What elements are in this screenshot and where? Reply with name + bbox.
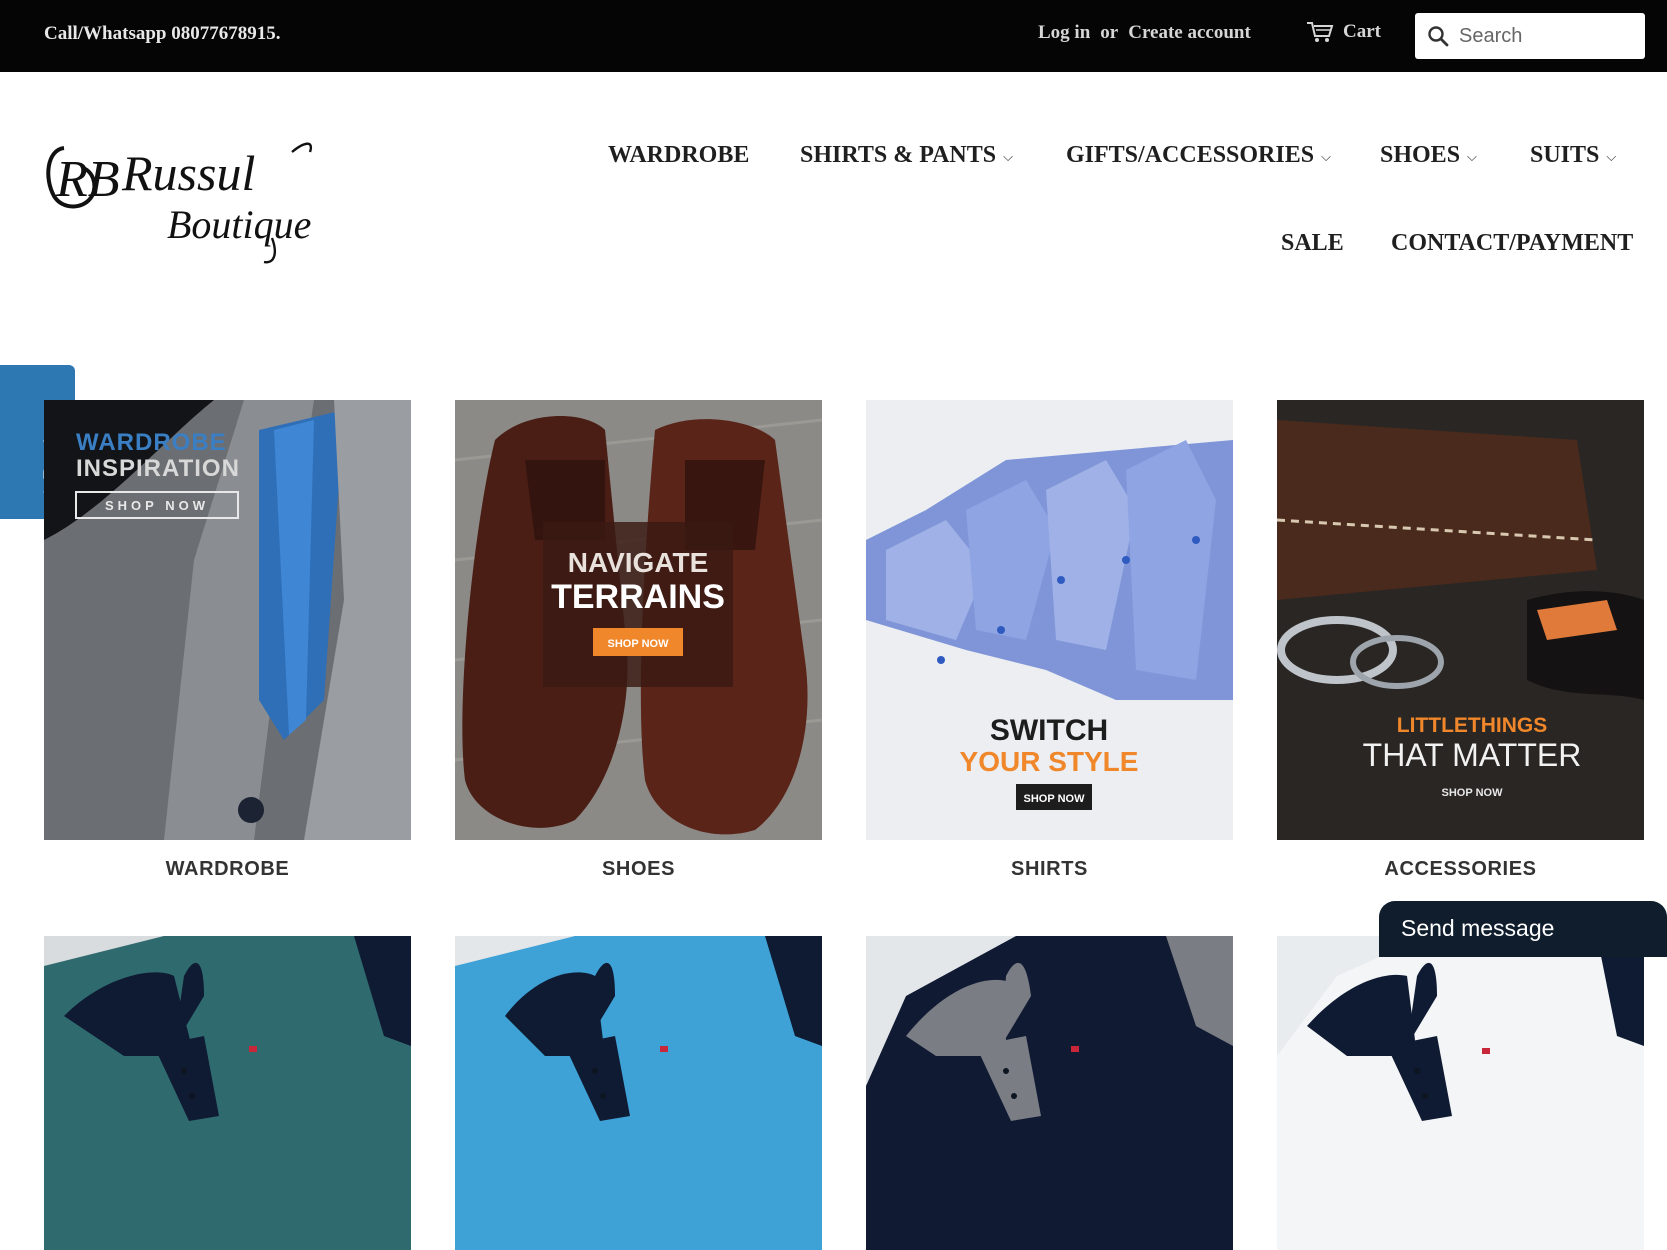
search-box xyxy=(1415,13,1645,59)
cart-icon xyxy=(1307,22,1334,42)
logo-image: RB Russul Boutique xyxy=(46,142,313,264)
banner-cta: SHOP NOW xyxy=(1024,793,1086,805)
polo-shirt-image xyxy=(44,936,411,1250)
banner-cta: SHOP NOW xyxy=(1442,787,1504,799)
nav-suits[interactable]: SUITS ⌵ xyxy=(1530,142,1616,169)
collection-label-wardrobe[interactable]: WARDROBE xyxy=(44,858,411,881)
cart-label: Cart xyxy=(1343,21,1381,42)
nav-label: SHIRTS & PANTS xyxy=(800,142,997,168)
logo-monogram: RB xyxy=(55,151,120,208)
search-icon[interactable] xyxy=(1427,25,1449,47)
nav-contact-payment[interactable]: CONTACT/PAYMENT xyxy=(1391,230,1633,257)
nav-label: SALE xyxy=(1281,230,1344,256)
banner-line-2: YOUR STYLE xyxy=(960,746,1139,777)
collection-tile-accessories[interactable]: LITTLETHINGS THAT MATTER SHOP NOW xyxy=(1277,400,1644,840)
banner-line-2: INSPIRATION xyxy=(76,455,240,482)
nav-label: SHOES xyxy=(1380,142,1461,168)
polo-shirt-image xyxy=(866,936,1233,1250)
create-account-link[interactable]: Create account xyxy=(1128,22,1251,43)
nav-label: CONTACT/PAYMENT xyxy=(1391,230,1634,256)
cart-link[interactable]: Cart xyxy=(1306,20,1381,44)
collection-tile-shirts[interactable]: SWITCH YOUR STYLE SHOP NOW xyxy=(866,400,1233,840)
nav-wardrobe[interactable]: WARDROBE xyxy=(608,142,749,169)
nav-gifts-accessories[interactable]: GIFTS/ACCESSORIES ⌵ xyxy=(1066,142,1331,169)
polo-shirt-image xyxy=(455,936,822,1250)
login-link[interactable]: Log in xyxy=(1038,22,1090,43)
accessories-banner-image: LITTLETHINGS THAT MATTER SHOP NOW xyxy=(1277,400,1644,840)
wardrobe-banner-image: WARDROBE INSPIRATION SHOP NOW xyxy=(44,400,411,840)
shirts-banner-image: SWITCH YOUR STYLE SHOP NOW xyxy=(866,400,1233,840)
nav-label: SUITS xyxy=(1530,142,1600,168)
logo-line-1: Russul xyxy=(121,145,255,201)
chevron-down-icon: ⌵ xyxy=(1321,149,1331,165)
banner-line-2: THAT MATTER xyxy=(1363,737,1582,773)
store-logo[interactable]: RB Russul Boutique xyxy=(42,138,342,268)
banner-line-1: LITTLETHINGS xyxy=(1397,714,1548,737)
send-message-button[interactable]: Send message xyxy=(1379,901,1667,957)
collection-label-accessories[interactable]: ACCESSORIES xyxy=(1277,858,1644,881)
chevron-down-icon: ⌵ xyxy=(1467,149,1477,165)
announcement-bar: Call/Whatsapp 08077678915. Log in or Creat… xyxy=(0,0,1667,72)
chevron-down-icon: ⌵ xyxy=(1606,149,1617,165)
product-tile[interactable] xyxy=(1277,936,1644,1250)
account-links: Log in or Create account xyxy=(1038,22,1251,44)
nav-shirts-pants[interactable]: SHIRTS & PANTS ⌵ xyxy=(800,142,1013,169)
banner-cta: SHOP NOW xyxy=(105,498,209,513)
collection-tile-shoes[interactable]: NAVIGATE TERRAINS SHOP NOW xyxy=(455,400,822,840)
banner-line-1: WARDROBE xyxy=(76,429,227,456)
product-tile[interactable] xyxy=(866,936,1233,1250)
collection-label-shirts[interactable]: SHIRTS xyxy=(866,858,1233,881)
collection-tile-wardrobe[interactable]: WARDROBE INSPIRATION SHOP NOW xyxy=(44,400,411,840)
polo-shirt-image xyxy=(1277,936,1644,1250)
product-tile[interactable] xyxy=(44,936,411,1250)
banner-line-2: TERRAINS xyxy=(551,578,725,616)
or-separator: or xyxy=(1100,22,1119,43)
collection-label-shoes[interactable]: SHOES xyxy=(455,858,822,881)
nav-label: WARDROBE xyxy=(608,142,750,168)
nav-sale[interactable]: SALE xyxy=(1281,230,1344,257)
search-input[interactable] xyxy=(1459,24,1639,48)
contact-phone: Call/Whatsapp 08077678915. xyxy=(44,23,281,44)
banner-cta: SHOP NOW xyxy=(608,638,670,650)
nav-shoes[interactable]: SHOES ⌵ xyxy=(1380,142,1477,169)
product-tile[interactable] xyxy=(455,936,822,1250)
send-message-label: Send message xyxy=(1401,915,1555,941)
banner-line-1: NAVIGATE xyxy=(568,547,709,578)
banner-line-1: SWITCH xyxy=(990,714,1108,747)
chevron-down-icon: ⌵ xyxy=(1003,149,1013,165)
logo-line-2: Boutique xyxy=(167,202,311,247)
shoes-banner-image: NAVIGATE TERRAINS SHOP NOW xyxy=(455,400,822,840)
nav-label: GIFTS/ACCESSORIES xyxy=(1066,142,1315,168)
